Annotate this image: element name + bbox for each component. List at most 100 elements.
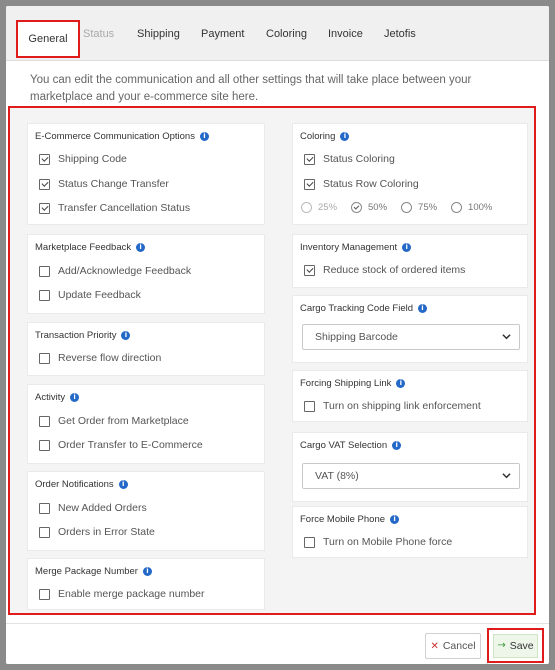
- checkbox[interactable]: [39, 415, 50, 427]
- info-icon[interactable]: i: [121, 331, 131, 340]
- option-reduce-stock[interactable]: Reduce stock of ordered items: [304, 264, 465, 276]
- option-status-change-transfer[interactable]: Status Change Transfer: [39, 178, 169, 190]
- card-title-mobile: Force Mobile Phone i: [300, 514, 400, 525]
- option-order-transfer[interactable]: Order Transfer to E-Commerce: [39, 439, 203, 451]
- option-label: Enable merge package number: [58, 588, 205, 600]
- option-transfer-cancellation[interactable]: Transfer Cancellation Status: [39, 202, 190, 214]
- tab-shipping[interactable]: Shipping: [137, 28, 180, 40]
- radio-button[interactable]: [301, 202, 312, 213]
- option-new-orders[interactable]: New Added Orders: [39, 502, 147, 514]
- card-order-notifications: Order Notifications i New Added Orders Or…: [27, 471, 265, 551]
- option-label: New Added Orders: [58, 502, 147, 514]
- option-label: Turn on shipping link enforcement: [323, 400, 481, 412]
- option-shipping-link[interactable]: Turn on shipping link enforcement: [304, 400, 481, 412]
- cargo-code-select[interactable]: Shipping Barcode: [302, 324, 520, 350]
- option-merge-package[interactable]: Enable merge package number: [39, 588, 205, 600]
- radio-100[interactable]: 100%: [451, 202, 492, 213]
- card-transaction-priority: Transaction Priority i Reverse flow direc…: [27, 322, 265, 376]
- checkbox[interactable]: [39, 352, 50, 364]
- option-error-orders[interactable]: Orders in Error State: [39, 526, 155, 538]
- card-coloring: Coloring i Status Coloring Status Row Col…: [292, 123, 528, 225]
- radio-25[interactable]: 25%: [301, 202, 337, 213]
- card-title-text: Cargo Tracking Code Field: [300, 303, 413, 314]
- checkbox[interactable]: [304, 536, 315, 548]
- tab-payment[interactable]: Payment: [201, 28, 244, 40]
- info-icon[interactable]: i: [199, 132, 209, 141]
- option-add-feedback[interactable]: Add/Acknowledge Feedback: [39, 265, 191, 277]
- tab-general[interactable]: General: [16, 20, 80, 58]
- card-title-ecommerce: E-Commerce Communication Options i: [35, 131, 209, 142]
- card-force-mobile-phone: Force Mobile Phone i Turn on Mobile Phone…: [292, 506, 528, 558]
- info-icon[interactable]: i: [142, 567, 152, 576]
- radio-50[interactable]: 50%: [351, 202, 387, 213]
- option-status-row-coloring[interactable]: Status Row Coloring: [304, 178, 419, 190]
- info-icon[interactable]: i: [118, 480, 128, 489]
- info-icon[interactable]: i: [136, 243, 146, 252]
- checkbox[interactable]: [304, 178, 315, 190]
- checkbox[interactable]: [39, 153, 50, 165]
- tab-jetofis[interactable]: Jetofis: [384, 28, 416, 40]
- card-forcing-shipping-link: Forcing Shipping Link i Turn on shipping …: [292, 370, 528, 422]
- checkbox[interactable]: [304, 400, 315, 412]
- card-title-shipping-link: Forcing Shipping Link i: [300, 378, 406, 389]
- card-ecommerce-options: E-Commerce Communication Options i Shippi…: [27, 123, 265, 225]
- card-title-text: Activity: [35, 392, 66, 403]
- info-icon[interactable]: i: [390, 515, 400, 524]
- card-cargo-tracking-code: Cargo Tracking Code Field i Shipping Barc…: [292, 295, 528, 363]
- radio-75[interactable]: 75%: [401, 202, 437, 213]
- card-merge-package: Merge Package Number i Enable merge packa…: [27, 558, 265, 610]
- checkbox[interactable]: [39, 439, 50, 451]
- checkbox[interactable]: [304, 264, 315, 276]
- settings-modal: General Status Shipping Payment Coloring…: [6, 6, 549, 664]
- vat-select[interactable]: VAT (8%): [302, 463, 520, 489]
- cancel-button[interactable]: ✕ Cancel: [425, 633, 481, 659]
- option-update-feedback[interactable]: Update Feedback: [39, 289, 141, 301]
- checkbox[interactable]: [39, 289, 50, 301]
- opacity-radio-group: 25% 50% 75% 100%: [301, 202, 492, 213]
- checkbox[interactable]: [39, 526, 50, 538]
- card-title-text: Coloring: [300, 131, 336, 142]
- option-get-order[interactable]: Get Order from Marketplace: [39, 415, 189, 427]
- radio-label: 75%: [418, 202, 438, 213]
- tab-invoice[interactable]: Invoice: [328, 28, 363, 40]
- card-title-inventory: Inventory Management i: [300, 242, 412, 253]
- checkbox[interactable]: [39, 588, 50, 600]
- select-value: Shipping Barcode: [315, 331, 398, 343]
- card-title-text: Inventory Management: [300, 242, 398, 253]
- checkbox[interactable]: [304, 153, 315, 165]
- radio-button[interactable]: [401, 202, 413, 213]
- option-label: Turn on Mobile Phone force: [323, 536, 453, 548]
- checkbox[interactable]: [39, 178, 50, 190]
- info-icon[interactable]: i: [418, 304, 427, 313]
- save-label: Save: [509, 639, 534, 652]
- info-icon[interactable]: i: [396, 379, 406, 388]
- tab-coloring[interactable]: Coloring: [266, 28, 307, 40]
- option-mobile-force[interactable]: Turn on Mobile Phone force: [304, 536, 452, 548]
- card-title-text: E-Commerce Communication Options: [35, 131, 195, 142]
- radio-button[interactable]: [351, 202, 363, 213]
- info-icon[interactable]: i: [402, 243, 412, 252]
- tab-bar: General Status Shipping Payment Coloring…: [6, 6, 549, 61]
- checkbox[interactable]: [39, 265, 50, 277]
- card-marketplace-feedback: Marketplace Feedback i Add/Acknowledge Fe…: [27, 234, 265, 314]
- info-icon[interactable]: i: [340, 132, 350, 141]
- save-button[interactable]: → Save: [487, 628, 544, 663]
- option-status-coloring[interactable]: Status Coloring: [304, 153, 395, 165]
- tab-general-label: General: [28, 33, 68, 45]
- option-reverse-flow[interactable]: Reverse flow direction: [39, 352, 161, 364]
- option-shipping-code[interactable]: Shipping Code: [39, 153, 127, 165]
- card-title-text: Order Notifications: [35, 479, 114, 490]
- tab-status[interactable]: Status: [83, 28, 114, 40]
- save-button-inner[interactable]: → Save: [493, 633, 538, 658]
- radio-button[interactable]: [451, 202, 463, 213]
- card-title-text: Transaction Priority: [35, 330, 117, 341]
- option-label: Orders in Error State: [58, 526, 155, 538]
- radio-label: 25%: [318, 202, 338, 213]
- info-icon[interactable]: i: [70, 393, 80, 402]
- chevron-down-icon: [502, 334, 511, 340]
- checkbox[interactable]: [39, 502, 50, 514]
- info-icon[interactable]: i: [392, 441, 402, 450]
- checkbox[interactable]: [39, 202, 50, 214]
- card-title-text: Force Mobile Phone: [300, 514, 386, 525]
- option-label: Get Order from Marketplace: [58, 415, 189, 427]
